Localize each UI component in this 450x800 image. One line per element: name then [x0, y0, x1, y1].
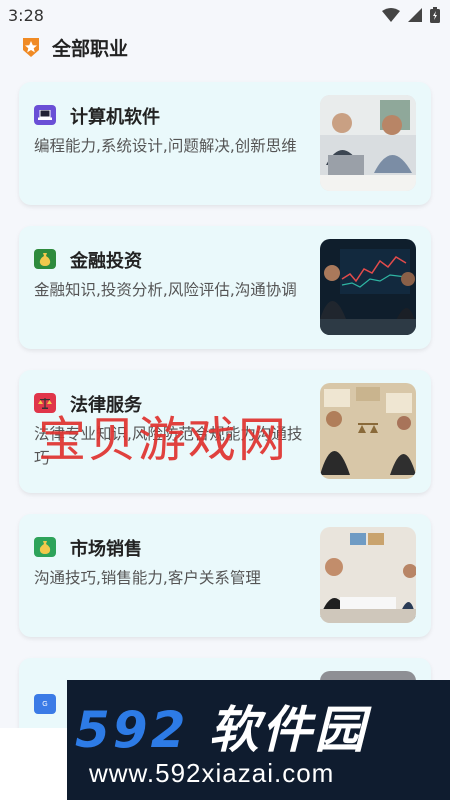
banner-url: www.592xiazai.com — [89, 758, 335, 788]
page-header: 全部职业 — [20, 33, 128, 61]
career-card-software[interactable]: 计算机软件 编程能力,系统设计,问题解决,创新思维 — [19, 82, 431, 205]
card-image — [320, 527, 416, 623]
money-bag-icon — [34, 537, 56, 557]
career-card-finance[interactable]: 金融投资 金融知识,投资分析,风险评估,沟通协调 — [19, 226, 431, 349]
wifi-icon — [382, 8, 400, 22]
banner-number: 592 — [75, 701, 189, 759]
page-title: 全部职业 — [52, 37, 129, 60]
card-title: 计算机软件 — [70, 107, 160, 128]
career-card-sales[interactable]: 市场销售 沟通技巧,销售能力,客户关系管理 — [19, 514, 431, 637]
watermark-text: 宝贝游戏网 — [38, 412, 289, 468]
card-description: 金融知识,投资分析,风险评估,沟通协调 — [34, 281, 297, 299]
badge-icon — [23, 38, 39, 57]
banner-name: 软件园 — [208, 701, 368, 759]
card-image — [320, 95, 416, 191]
battery-icon — [430, 7, 440, 23]
status-icons — [382, 7, 440, 23]
card-description: 沟通技巧,销售能力,客户关系管理 — [34, 569, 261, 587]
card-description: 编程能力,系统设计,问题解决,创新思维 — [34, 137, 297, 155]
card-title: 金融投资 — [70, 251, 142, 272]
status-time: 3:28 — [8, 5, 44, 25]
card-title: 市场销售 — [70, 539, 142, 560]
watermark-banner: 592 软件园 www.592xiazai.com — [67, 680, 450, 800]
card-image — [320, 239, 416, 335]
bottom-left-blank — [0, 728, 67, 800]
card-image — [320, 383, 416, 479]
banner-logo: 592 软件园 — [75, 690, 368, 762]
money-bag-icon — [34, 249, 56, 269]
gpt-icon: G — [34, 694, 56, 714]
signal-icon — [408, 8, 422, 22]
laptop-icon — [34, 105, 56, 125]
status-bar: 3:28 — [0, 0, 450, 30]
